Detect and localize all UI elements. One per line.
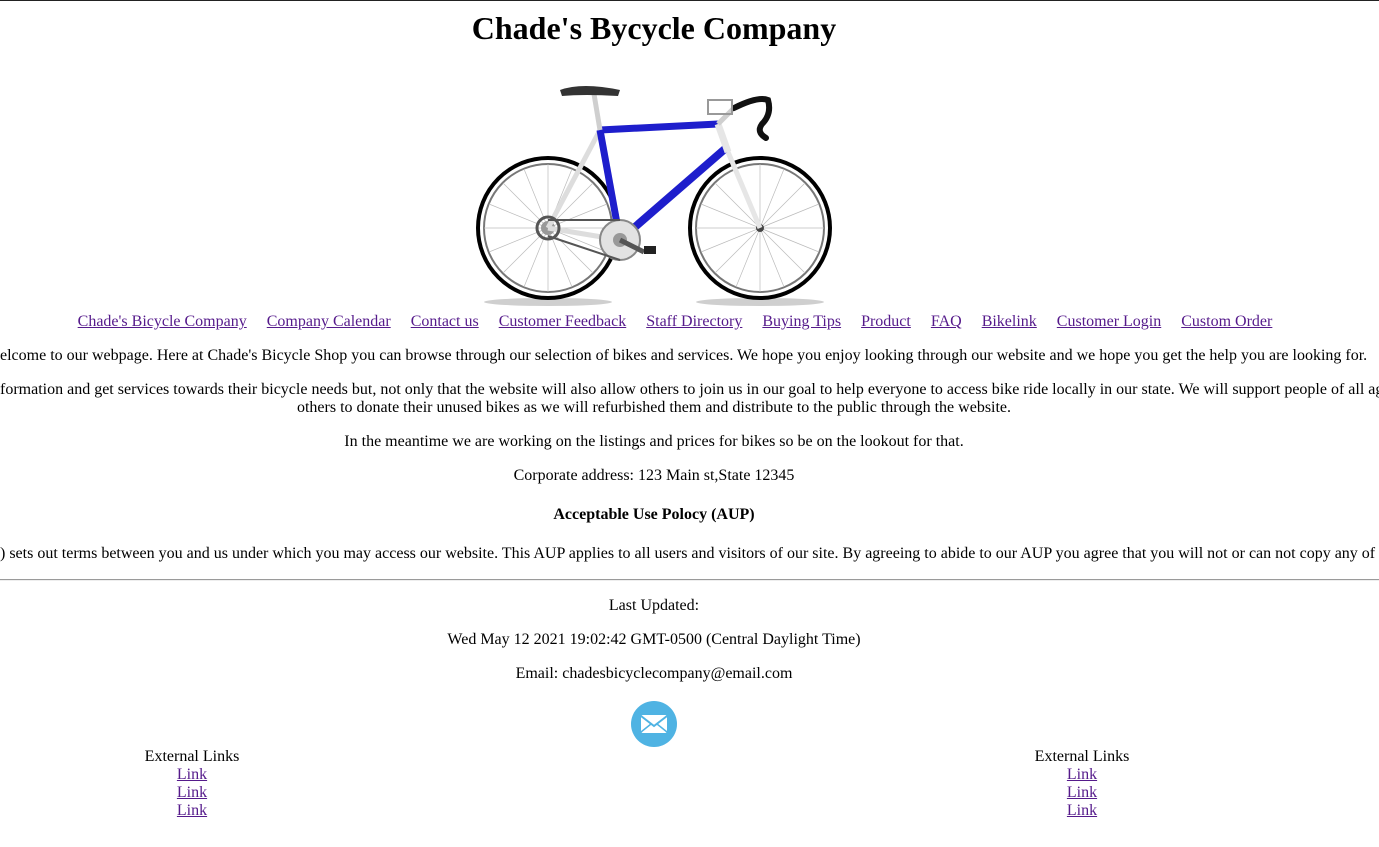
external-link[interactable]: Link: [1022, 766, 1142, 784]
external-link[interactable]: Link: [132, 766, 252, 784]
nav-link-custom-order[interactable]: Custom Order: [1181, 313, 1272, 330]
external-links-heading: External Links: [144, 748, 240, 765]
external-links-right: External Links Link Link Link: [1022, 748, 1142, 820]
nav-link-product[interactable]: Product: [861, 313, 911, 330]
external-links-heading: External Links: [1034, 748, 1130, 765]
mission-text-line-1: formation and get services towards their…: [0, 381, 1379, 398]
external-link[interactable]: Link: [1022, 802, 1142, 820]
nav-link-feedback[interactable]: Customer Feedback: [499, 313, 627, 330]
welcome-text: elcome to our webpage. Here at Chade's B…: [0, 347, 1368, 364]
nav-link-faq[interactable]: FAQ: [931, 313, 962, 330]
nav-link-staff-directory[interactable]: Staff Directory: [646, 313, 742, 330]
mission-text-line-2: others to donate their unused bikes as w…: [296, 399, 1012, 416]
last-updated-label: Last Updated:: [608, 597, 700, 614]
aup-text: ) sets out terms between you and us unde…: [0, 545, 1379, 562]
nav-link-buying-tips[interactable]: Buying Tips: [762, 313, 841, 330]
external-link[interactable]: Link: [132, 802, 252, 820]
nav-link-home[interactable]: Chade's Bicycle Company: [78, 313, 247, 330]
envelope-icon[interactable]: [631, 701, 677, 747]
aup-heading: Acceptable Use Polocy (AUP): [553, 506, 755, 523]
external-link[interactable]: Link: [132, 784, 252, 802]
external-link[interactable]: Link: [1022, 784, 1142, 802]
section-divider: [0, 579, 1379, 581]
nav-link-bikelink[interactable]: Bikelink: [982, 313, 1037, 330]
nav-link-customer-login[interactable]: Customer Login: [1057, 313, 1161, 330]
nav-link-contact[interactable]: Contact us: [411, 313, 479, 330]
top-border: [0, 0, 1379, 1]
page-title: Chade's Bycycle Company: [471, 10, 837, 46]
last-updated-value: Wed May 12 2021 19:02:42 GMT-0500 (Centr…: [447, 631, 861, 648]
external-links-left: External Links Link Link Link: [132, 748, 252, 820]
main-nav: Chade's Bicycle Company Company Calendar…: [0, 312, 1350, 332]
meantime-text: In the meantime we are working on the li…: [344, 433, 964, 450]
bicycle-image: [476, 86, 832, 306]
email-text: Email: chadesbicyclecompany@email.com: [515, 665, 793, 682]
nav-link-calendar[interactable]: Company Calendar: [267, 313, 391, 330]
corporate-address: Corporate address: 123 Main st,State 123…: [513, 467, 795, 484]
